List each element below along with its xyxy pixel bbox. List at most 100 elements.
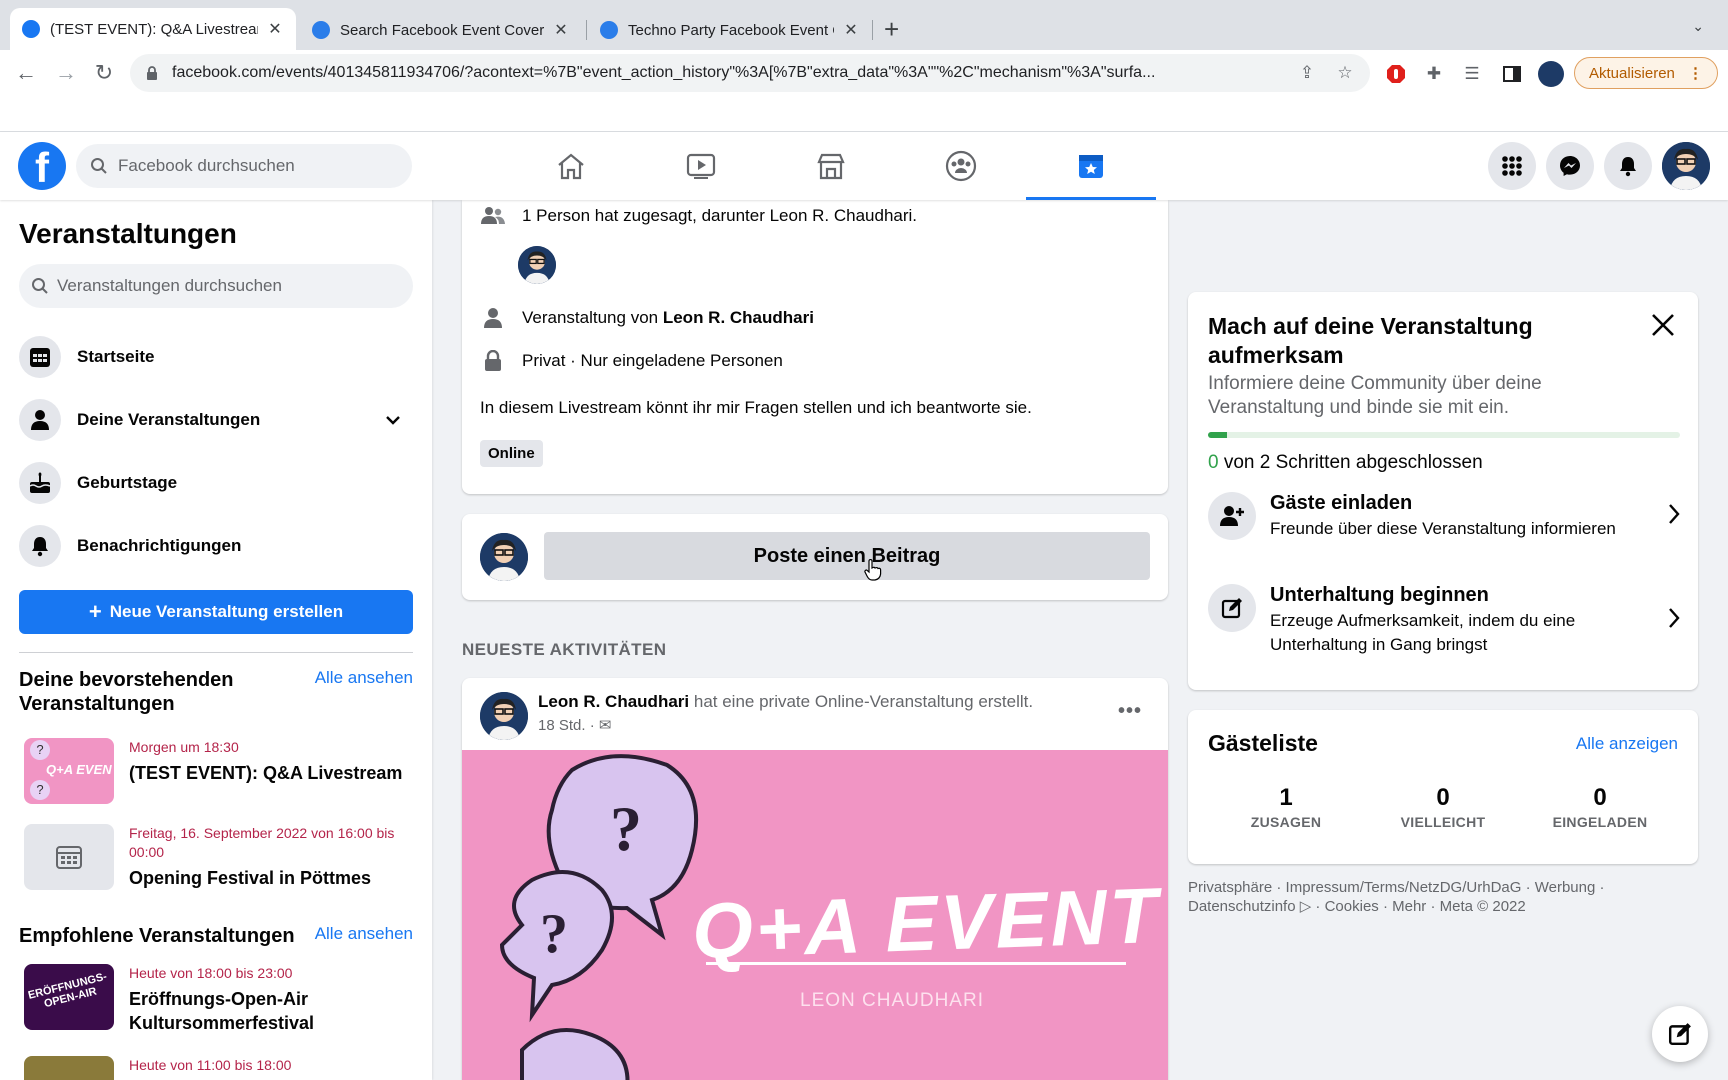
sidebar-item-startseite[interactable]: Startseite (19, 332, 413, 382)
browser-tab[interactable]: Techno Party Facebook Event Cover ✕ (588, 10, 872, 50)
recommended-event-item[interactable]: ERÖFFNUNGS-OPEN-AIR Heute von 18:00 bis … (24, 964, 414, 1035)
bookmarks-bar (0, 96, 1728, 132)
extensions-puzzle-icon[interactable]: ✚ (1422, 62, 1446, 86)
account-avatar[interactable] (1662, 142, 1710, 190)
close-tab-icon[interactable]: ✕ (552, 20, 570, 40)
task-invite-guests[interactable]: Gäste einladen Freunde über diese Verans… (1208, 492, 1680, 541)
upcoming-event-item[interactable]: Freitag, 16. September 2022 von 16:00 bi… (24, 824, 414, 890)
bookmark-star-icon[interactable]: ☆ (1334, 63, 1356, 83)
progress-text: 0 von 2 Schritten abgeschlossen (1208, 452, 1483, 474)
host-name-link[interactable]: Leon R. Chaudhari (663, 308, 814, 328)
stat-maybe[interactable]: 0 VIELLEICHT (1368, 784, 1518, 830)
nav-watch[interactable] (636, 132, 766, 200)
search-icon (32, 278, 48, 294)
post-action-text: hat eine private Online-Veranstaltung er… (693, 692, 1034, 711)
tab-search-chevron-icon[interactable]: ⌄ (1692, 18, 1704, 35)
footer-links-line2[interactable]: Datenschutzinfo ▷ · Cookies · Mehr · Met… (1188, 897, 1698, 916)
update-label: Aktualisieren (1589, 64, 1675, 82)
activity-heading: NEUESTE AKTIVITÄTEN (462, 640, 667, 659)
side-panel-icon[interactable] (1500, 62, 1524, 86)
footer-links-line1[interactable]: Privatsphäre · Impressum/Terms/NetzDG/Ur… (1188, 878, 1698, 897)
steps-done: 0 (1208, 452, 1219, 473)
notifications-bell-icon[interactable] (1604, 142, 1652, 190)
events-search-input[interactable]: Veranstaltungen durchsuchen (19, 264, 413, 308)
recommended-see-all-link[interactable]: Alle ansehen (315, 924, 413, 948)
new-message-button[interactable] (1652, 1006, 1708, 1062)
facebook-header: f Facebook durchsuchen (0, 132, 1728, 200)
facebook-search-input[interactable]: Facebook durchsuchen (76, 144, 412, 188)
adblock-extension-icon[interactable] (1384, 62, 1408, 86)
update-browser-button[interactable]: Aktualisieren ⋮ (1574, 57, 1718, 89)
event-thumbnail-text: Q+A EVEN (46, 762, 112, 777)
browser-toolbar: ← → ↻ facebook.com/events/40134581193470… (0, 50, 1728, 96)
back-icon[interactable]: ← (12, 59, 40, 87)
task-start-conversation[interactable]: Unterhaltung beginnen Erzeuge Aufmerksam… (1208, 584, 1680, 657)
post-time[interactable]: 18 Std. · (538, 717, 595, 734)
nav-events[interactable] (1026, 132, 1156, 200)
online-tag: Online (480, 440, 543, 467)
facebook-favicon-icon (22, 20, 40, 38)
close-tab-icon[interactable]: ✕ (842, 20, 860, 40)
create-event-button[interactable]: + Neue Veranstaltung erstellen (19, 590, 413, 634)
stat-label: VIELLEICHT (1400, 814, 1486, 830)
home-icon (558, 153, 584, 180)
nav-home[interactable] (506, 132, 636, 200)
share-icon[interactable]: ⇪ (1296, 63, 1318, 83)
sidebar-item-geburtstage[interactable]: Geburtstage (19, 458, 413, 508)
stat-going[interactable]: 1 ZUSAGEN (1211, 784, 1361, 830)
menu-grid-icon[interactable] (1488, 142, 1536, 190)
question-bubble-icon: ? (30, 780, 50, 800)
calendar-icon (19, 336, 61, 378)
more-menu-icon[interactable]: ⋮ (1688, 64, 1703, 82)
close-icon[interactable] (1650, 312, 1676, 343)
event-thumbnail: Q+A EVEN ? ? (24, 738, 114, 804)
event-time: Freitag, 16. September 2022 von 16:00 bi… (129, 825, 395, 860)
person-icon (19, 399, 61, 441)
new-tab-icon[interactable]: + (884, 14, 899, 44)
post-author-link[interactable]: Leon R. Chaudhari (538, 692, 689, 711)
stat-invited[interactable]: 0 EINGELADEN (1525, 784, 1675, 830)
sidebar-item-benachrichtigungen[interactable]: Benachrichtigungen (19, 521, 413, 571)
sidebar-item-deine-veranstaltungen[interactable]: Deine Veranstaltungen (19, 395, 413, 445)
facebook-logo[interactable]: f (18, 142, 66, 190)
stat-label: EINGELADEN (1552, 814, 1648, 830)
upcoming-event-item[interactable]: Q+A EVEN ? ? Morgen um 18:30 (TEST EVENT… (24, 738, 414, 804)
forward-icon[interactable]: → (52, 59, 80, 87)
event-description: In diesem Livestream könnt ihr mir Frage… (480, 398, 1032, 417)
svg-text:?: ? (610, 793, 642, 864)
event-cover-image[interactable]: ? ? Q+A EVENT LEON CHAUDHARI (462, 750, 1168, 1080)
attendee-avatar[interactable] (518, 246, 556, 284)
browser-tab[interactable]: Search Facebook Event Cover ✕ (300, 10, 582, 50)
address-bar[interactable]: facebook.com/events/401345811934706/?aco… (130, 54, 1370, 92)
cover-subtitle: LEON CHAUDHARI (800, 990, 984, 1011)
browser-tab-active[interactable]: (TEST EVENT): Q&A Livestream ✕ (10, 8, 296, 50)
messenger-icon[interactable] (1546, 142, 1594, 190)
media-queue-icon[interactable]: ☰ (1460, 62, 1484, 86)
recommended-event-item[interactable]: Heute von 11:00 bis 18:00 (24, 1056, 414, 1080)
composer-avatar[interactable] (480, 533, 528, 581)
marketplace-icon (817, 153, 845, 180)
profile-avatar-icon[interactable] (1538, 61, 1564, 87)
search-icon (91, 158, 107, 174)
nav-marketplace[interactable] (766, 132, 896, 200)
post-more-options-icon[interactable]: ••• (1118, 700, 1142, 723)
recommended-section-header: Empfohlene Veranstaltungen Alle ansehen (19, 924, 413, 948)
envelope-icon: ✉ (598, 717, 612, 734)
reload-icon[interactable]: ↻ (90, 59, 118, 87)
chevron-down-icon[interactable] (385, 410, 401, 430)
lock-icon (147, 66, 157, 80)
post-author-avatar[interactable] (480, 692, 528, 740)
guest-list-see-all-link[interactable]: Alle anzeigen (1576, 734, 1678, 754)
event-time: Heute von 11:00 bis 18:00 (129, 1057, 292, 1073)
hand-cursor-icon (864, 559, 882, 581)
guest-list-card: Gästeliste Alle anzeigen 1 ZUSAGEN 0 VIE… (1188, 710, 1698, 864)
calendar-icon (56, 846, 82, 869)
question-bubble-icon: ? (30, 740, 50, 760)
upcoming-see-all-link[interactable]: Alle ansehen (315, 668, 413, 716)
close-tab-icon[interactable]: ✕ (266, 19, 284, 39)
event-thumbnail: ERÖFFNUNGS-OPEN-AIR (24, 964, 114, 1030)
tab-separator (586, 20, 587, 40)
create-post-button[interactable]: Poste einen Beitrag (544, 532, 1150, 580)
lock-icon (480, 350, 506, 372)
nav-groups[interactable] (896, 132, 1026, 200)
